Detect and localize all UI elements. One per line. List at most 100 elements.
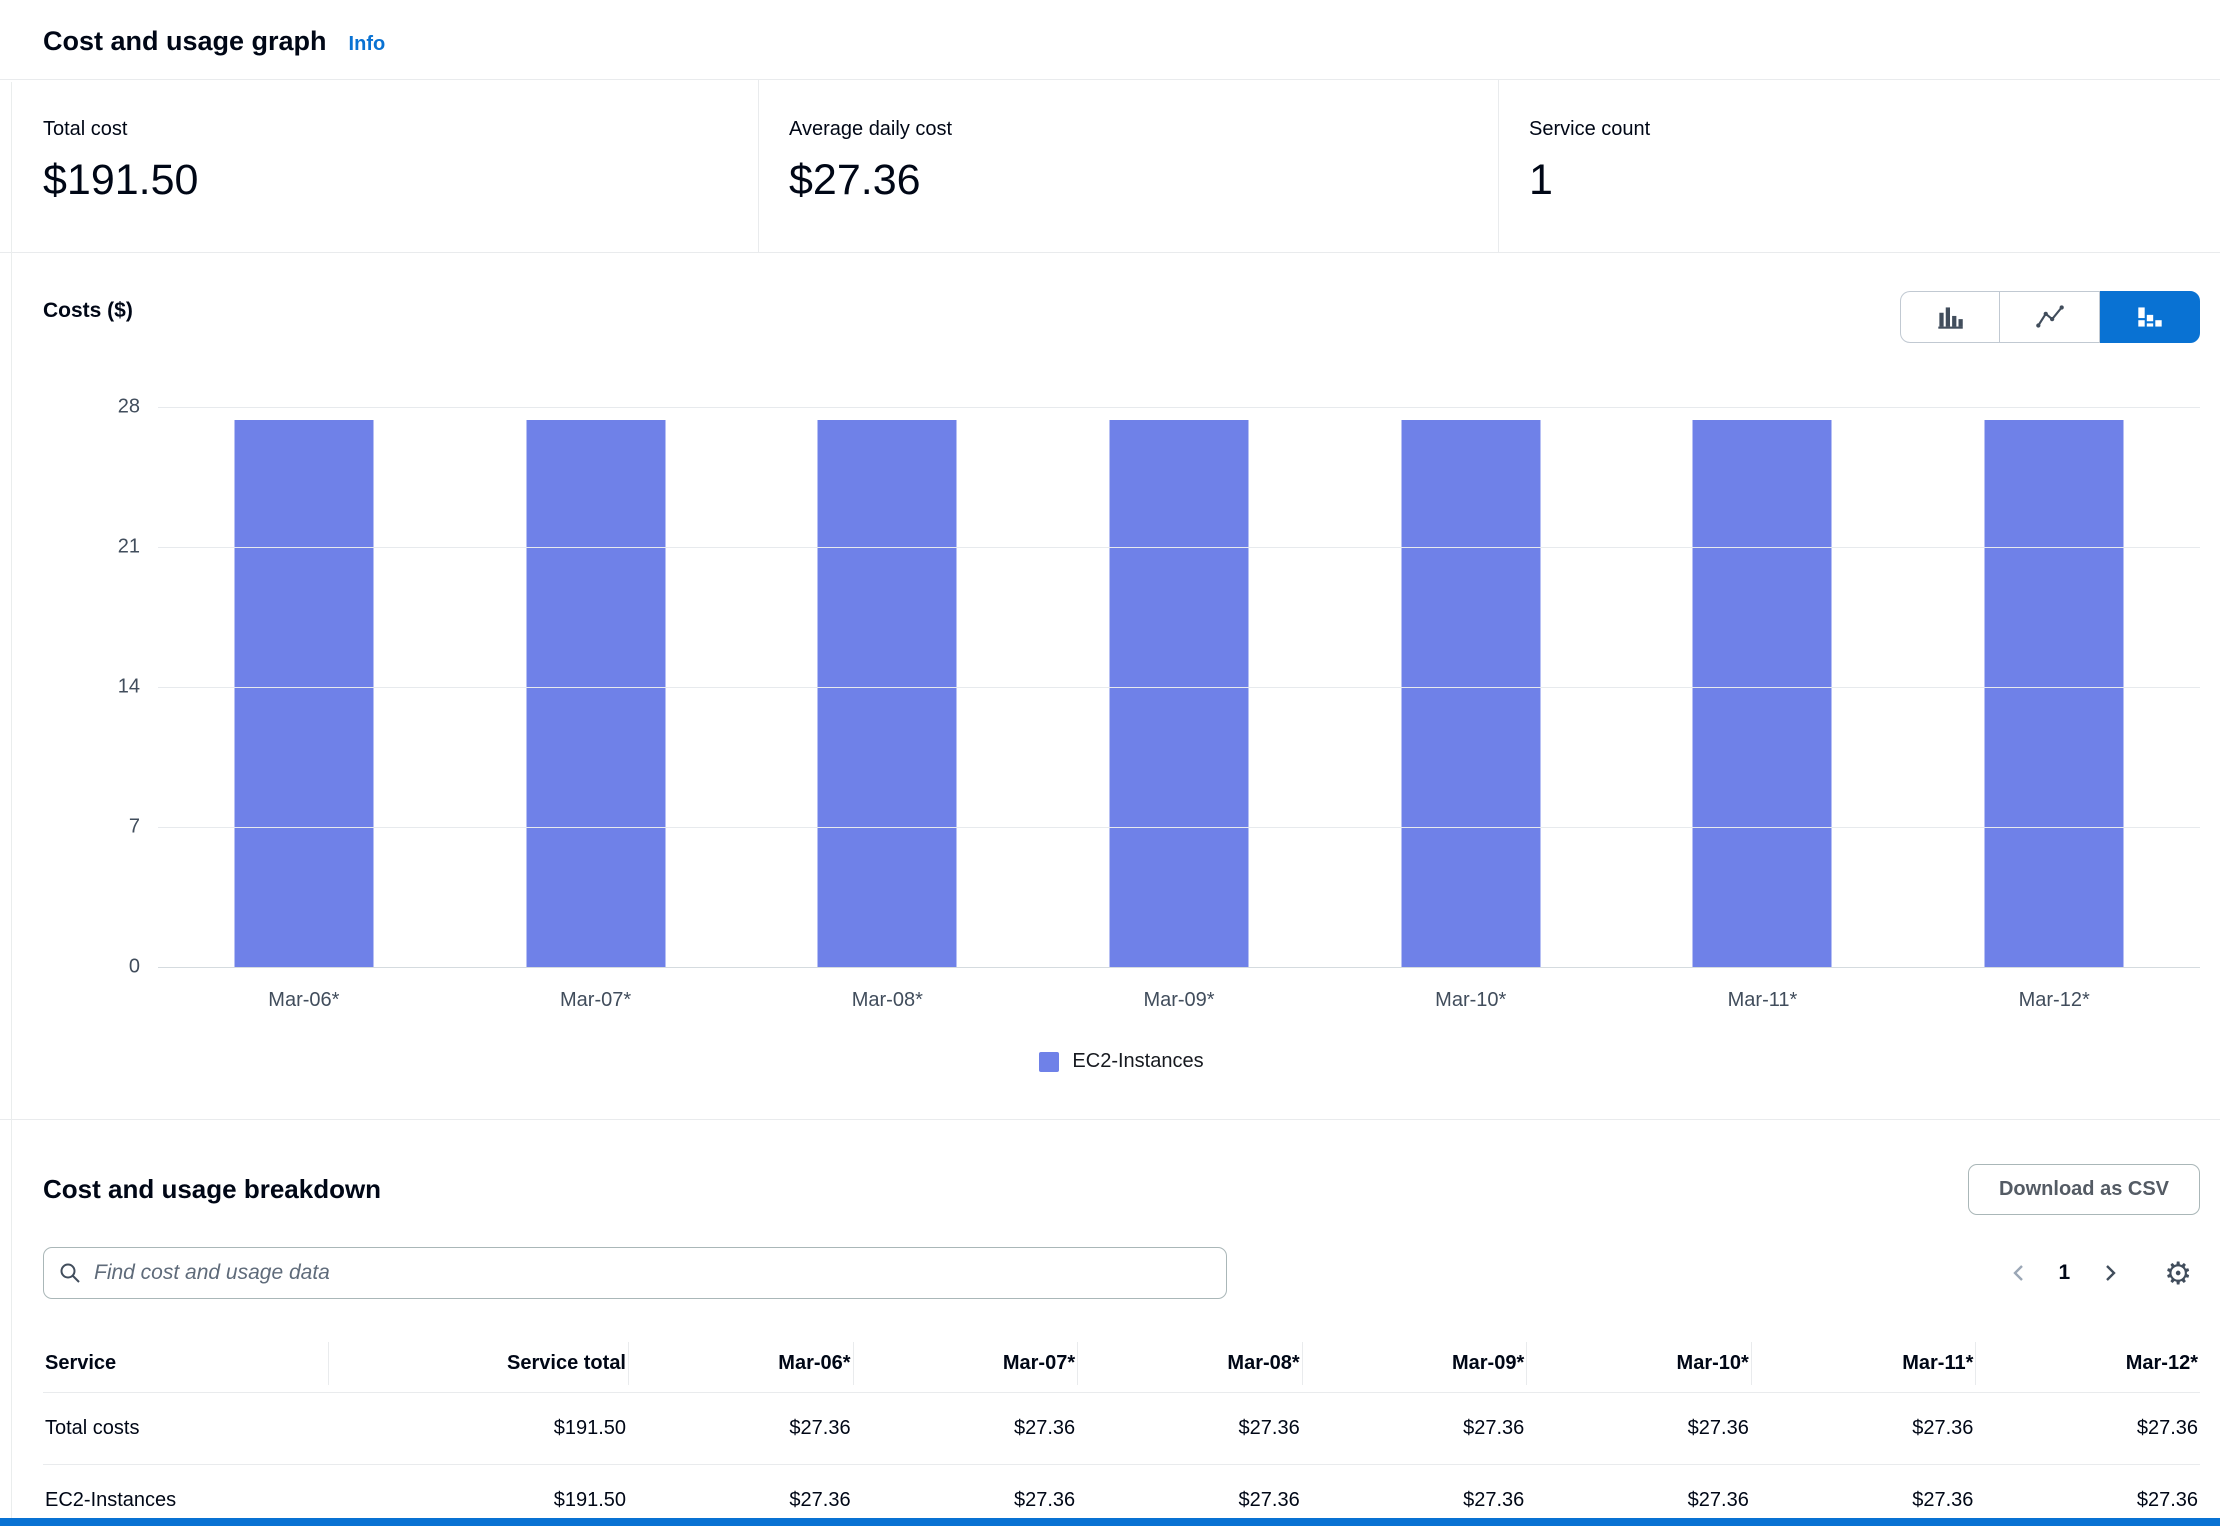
stat-label: Total cost <box>43 118 728 141</box>
stat-average-daily-cost: Average daily cost $27.36 <box>758 80 1498 252</box>
cost-value-cell: $191.50 <box>328 1393 628 1465</box>
cost-explorer-page: Cost and usage graph Info Total cost $19… <box>0 0 2220 1526</box>
breakdown-header: Cost and usage breakdown Download as CSV <box>43 1164 2200 1215</box>
pagination: 1 ⚙ <box>1999 1258 2192 1289</box>
current-page-number[interactable]: 1 <box>2041 1261 2089 1285</box>
chart-bar[interactable] <box>1693 420 1832 967</box>
cost-value-cell: $27.36 <box>1302 1465 1527 1526</box>
stat-service-count: Service count 1 <box>1498 80 2220 252</box>
gridline <box>158 827 2200 828</box>
cost-value-cell: $27.36 <box>628 1393 853 1465</box>
column-header: Mar-11* <box>1751 1335 1976 1393</box>
content-left-divider <box>11 82 12 1526</box>
column-header: Mar-08* <box>1077 1335 1302 1393</box>
column-header: Mar-10* <box>1526 1335 1751 1393</box>
gridline <box>158 547 2200 548</box>
gridline <box>158 687 2200 688</box>
chart-plot-area: 07142128 <box>43 407 2200 967</box>
cost-value-cell: $27.36 <box>1751 1393 1976 1465</box>
table-row: Total costs$191.50$27.36$27.36$27.36$27.… <box>43 1393 2200 1465</box>
cost-value-cell: $27.36 <box>1302 1393 1527 1465</box>
cost-value-cell: $27.36 <box>1526 1393 1751 1465</box>
chart-bar[interactable] <box>1110 420 1249 967</box>
info-link[interactable]: Info <box>349 33 386 56</box>
service-name-cell: EC2-Instances <box>43 1465 328 1526</box>
legend-label[interactable]: EC2-Instances <box>1072 1050 1203 1073</box>
chart-bar[interactable] <box>1401 420 1540 967</box>
search-icon <box>58 1261 82 1285</box>
column-header: Mar-07* <box>853 1335 1078 1393</box>
previous-page-button[interactable] <box>1999 1262 2041 1284</box>
column-header: Service total <box>328 1335 628 1393</box>
column-header: Service <box>43 1335 328 1393</box>
stacked-bar-chart-toggle[interactable] <box>2100 291 2200 343</box>
cost-value-cell: $27.36 <box>628 1465 853 1526</box>
table-header-row: ServiceService totalMar-06*Mar-07*Mar-08… <box>43 1335 2200 1393</box>
x-axis-label: Mar-09* <box>1033 989 1325 1012</box>
x-axis-label: Mar-12* <box>1908 989 2200 1012</box>
gridline <box>158 407 2200 408</box>
stat-label: Average daily cost <box>789 118 1468 141</box>
chart-bar[interactable] <box>1985 420 2124 967</box>
bar-chart-icon <box>1933 300 1967 334</box>
cost-value-cell: $27.36 <box>853 1465 1078 1526</box>
section-divider <box>0 1119 2220 1120</box>
chart-header: Costs ($) <box>43 291 2200 343</box>
column-header: Mar-12* <box>1975 1335 2200 1393</box>
chart-type-toggle-group <box>1900 291 2200 343</box>
table-body: Total costs$191.50$27.36$27.36$27.36$27.… <box>43 1393 2200 1526</box>
stacked-bar-chart-icon <box>2133 300 2167 334</box>
breakdown-section: Cost and usage breakdown Download as CSV… <box>0 1164 2220 1526</box>
y-axis-labels: 07142128 <box>43 407 158 967</box>
cost-value-cell: $191.50 <box>328 1465 628 1526</box>
column-header: Mar-09* <box>1302 1335 1527 1393</box>
summary-stats: Total cost $191.50 Average daily cost $2… <box>0 80 2220 253</box>
y-axis-title: Costs ($) <box>43 291 133 323</box>
chart-plot <box>158 407 2200 967</box>
table-controls: 1 ⚙ <box>43 1247 2200 1299</box>
page-header: Cost and usage graph Info <box>0 0 2220 80</box>
cost-value-cell: $27.36 <box>1975 1465 2200 1526</box>
download-csv-button[interactable]: Download as CSV <box>1968 1164 2200 1215</box>
chart-bar[interactable] <box>234 420 373 967</box>
y-axis-tick-label: 21 <box>118 536 140 559</box>
x-axis-label: Mar-08* <box>741 989 1033 1012</box>
chart-bar[interactable] <box>526 420 665 967</box>
breakdown-title: Cost and usage breakdown <box>43 1174 381 1205</box>
stat-value: $27.36 <box>789 157 1468 204</box>
stat-total-cost: Total cost $191.50 <box>0 80 758 252</box>
x-axis-label: Mar-11* <box>1617 989 1909 1012</box>
column-header: Mar-06* <box>628 1335 853 1393</box>
chart-section: Costs ($) <box>0 253 2220 1073</box>
y-axis-tick-label: 14 <box>118 676 140 699</box>
service-name-cell: Total costs <box>43 1393 328 1465</box>
stat-label: Service count <box>1529 118 2190 141</box>
x-axis-label: Mar-10* <box>1325 989 1617 1012</box>
line-chart-icon <box>2033 300 2067 334</box>
x-axis-label: Mar-06* <box>158 989 450 1012</box>
cost-value-cell: $27.36 <box>1526 1465 1751 1526</box>
cost-value-cell: $27.36 <box>1975 1393 2200 1465</box>
line-chart-toggle[interactable] <box>2000 291 2100 343</box>
legend-swatch <box>1039 1052 1059 1072</box>
table-row: EC2-Instances$191.50$27.36$27.36$27.36$2… <box>43 1465 2200 1526</box>
x-axis-labels: Mar-06*Mar-07*Mar-08*Mar-09*Mar-10*Mar-1… <box>158 989 2200 1012</box>
stat-value: $191.50 <box>43 157 728 204</box>
cost-value-cell: $27.36 <box>1077 1393 1302 1465</box>
page-title: Cost and usage graph <box>43 26 327 57</box>
cost-value-cell: $27.36 <box>1751 1465 1976 1526</box>
y-axis-tick-label: 0 <box>129 956 140 979</box>
table-settings-gear-icon[interactable]: ⚙ <box>2164 1258 2192 1289</box>
y-axis-tick-label: 28 <box>118 396 140 419</box>
cost-value-cell: $27.36 <box>853 1393 1078 1465</box>
cost-value-cell: $27.36 <box>1077 1465 1302 1526</box>
next-page-button[interactable] <box>2088 1262 2130 1284</box>
x-axis-label: Mar-07* <box>450 989 742 1012</box>
bar-chart-toggle[interactable] <box>1900 291 2000 343</box>
bottom-accent-bar <box>0 1518 2220 1526</box>
cost-breakdown-table: ServiceService totalMar-06*Mar-07*Mar-08… <box>43 1335 2200 1526</box>
search-box[interactable] <box>43 1247 1227 1299</box>
chart-bar[interactable] <box>818 420 957 967</box>
chart-legend: EC2-Instances <box>43 1050 2200 1073</box>
search-input[interactable] <box>94 1261 1212 1285</box>
